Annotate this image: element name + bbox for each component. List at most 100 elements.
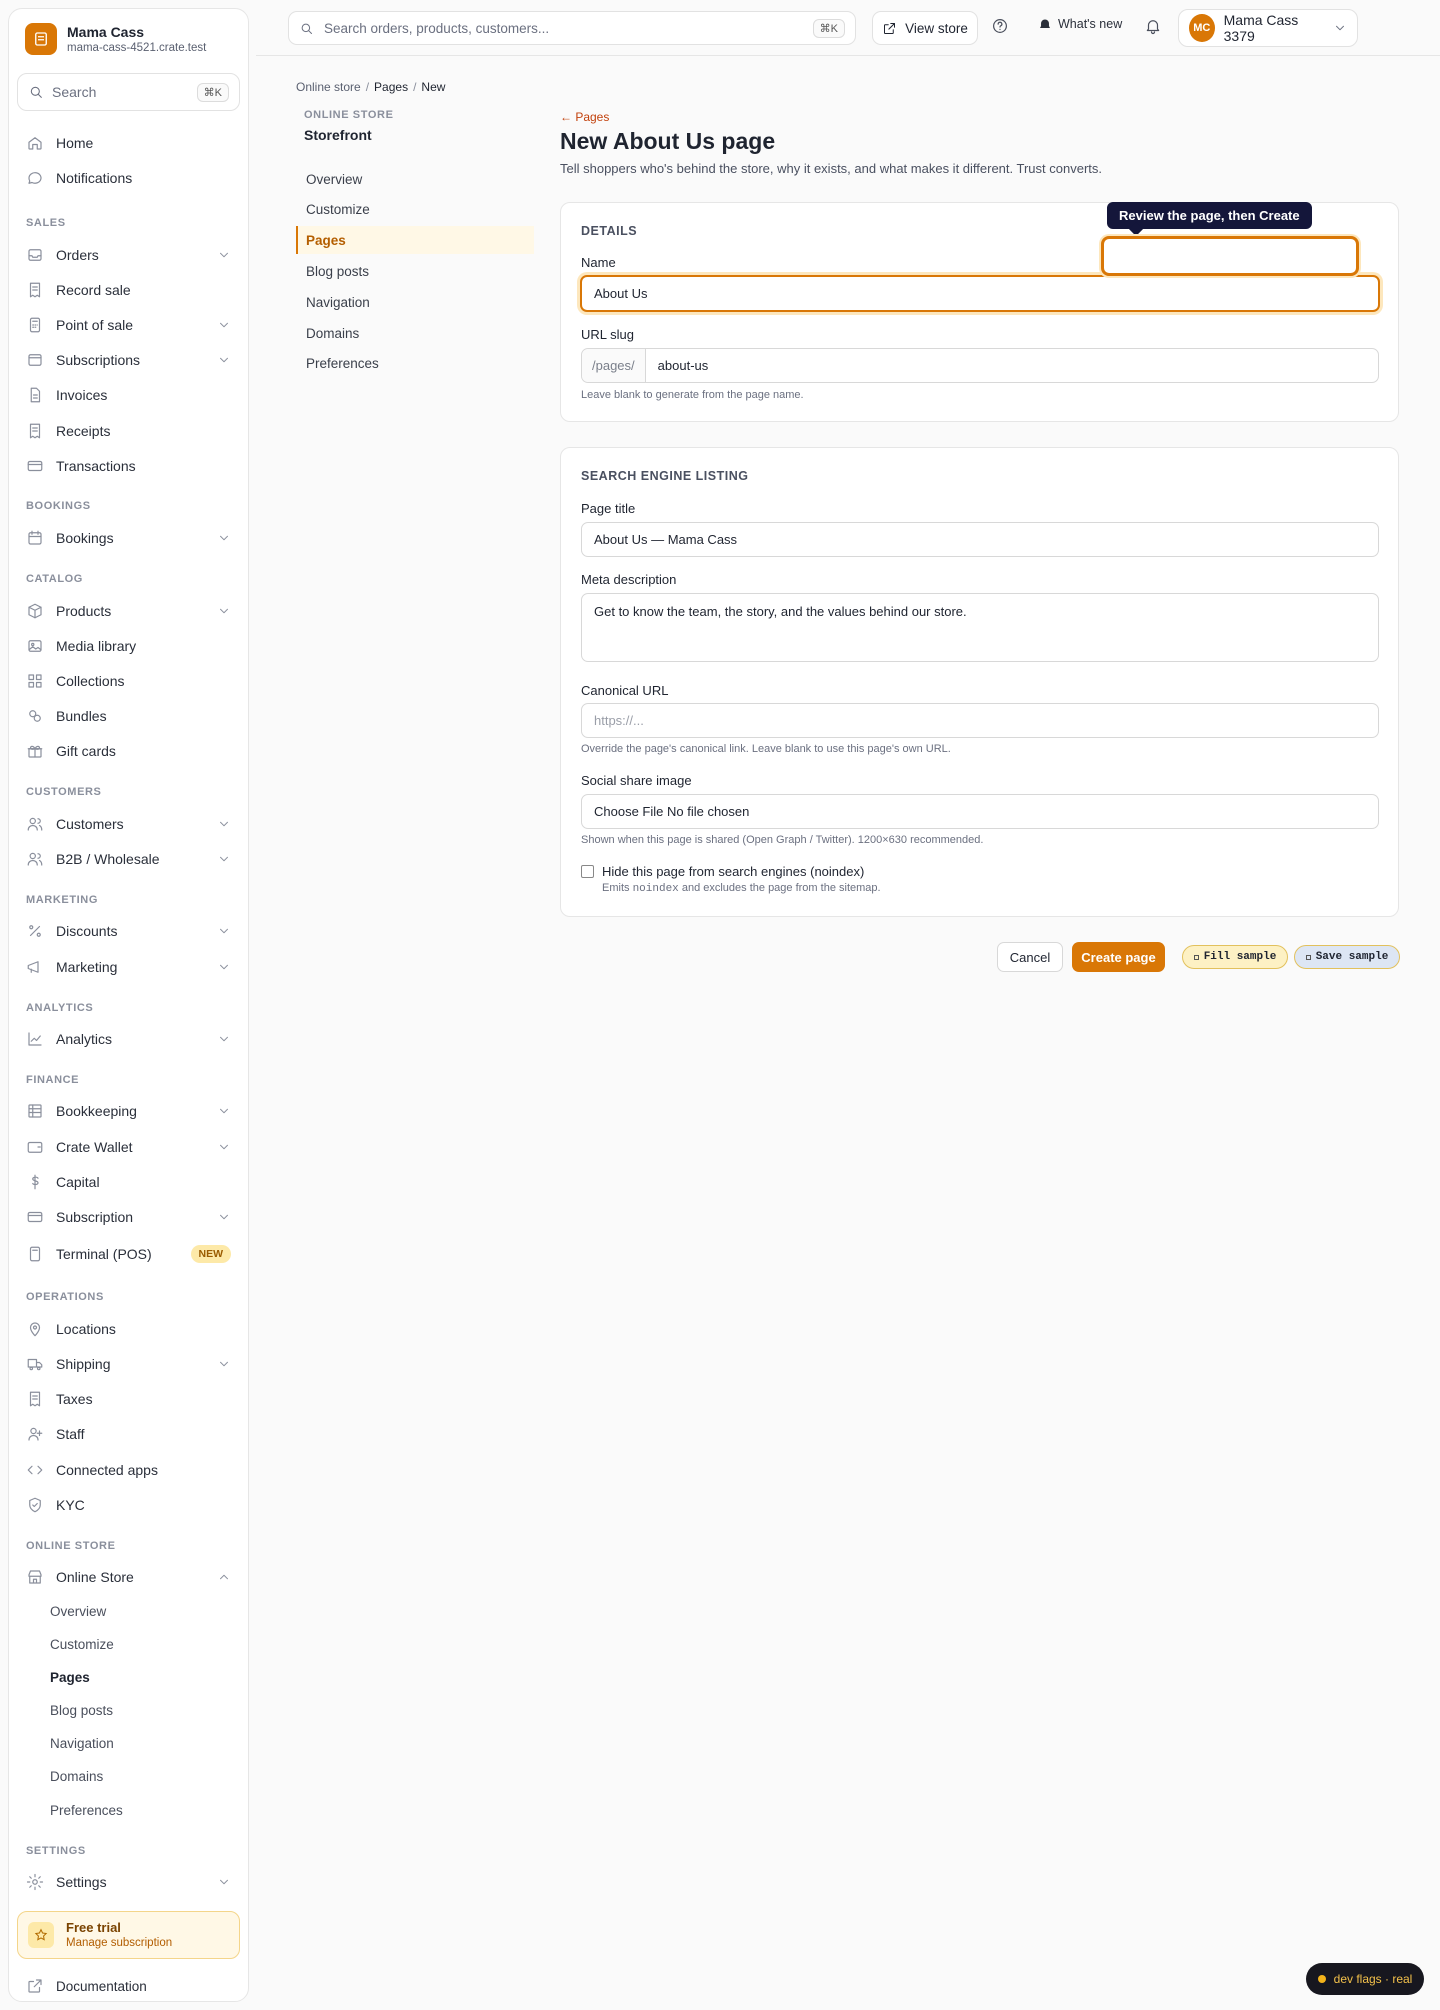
sidebar-subitem-overview[interactable]: Overview [50, 1604, 106, 1619]
sidebar-item-bookkeeping[interactable]: Bookkeeping [17, 1095, 240, 1127]
sidebar-item-receipts[interactable]: Receipts [17, 415, 240, 447]
repeat-icon [26, 351, 44, 369]
save-sample-button[interactable]: Save sample [1294, 945, 1400, 969]
meta-description-textarea[interactable]: Get to know the team, the story, and the… [581, 593, 1379, 662]
help-icon[interactable] [991, 17, 1009, 35]
sidebar-item-customers[interactable]: Customers [17, 808, 240, 840]
sidebar-item-marketing[interactable]: Marketing [17, 951, 240, 983]
sidebar-subitem-customize[interactable]: Customize [50, 1637, 114, 1652]
free-trial-card[interactable]: Free trial Manage subscription [17, 1911, 240, 1959]
sidebar-subitem-blog-posts[interactable]: Blog posts [50, 1703, 113, 1718]
canonical-url-input[interactable]: https://... [581, 703, 1379, 738]
documentation-link[interactable]: Documentation [26, 1977, 147, 1995]
details-card: DETAILS Name About Us URL slug /pages/ a… [560, 202, 1399, 422]
chevron-down-icon [217, 1032, 231, 1046]
nav-section-operations: OPERATIONS [26, 1291, 104, 1303]
sidebar-item-record-sale[interactable]: Record sale [17, 274, 240, 306]
sidebar-item-kyc[interactable]: KYC [17, 1489, 240, 1521]
global-search-input[interactable]: Search orders, products, customers... ⌘K [288, 11, 856, 45]
sidebar-subitem-preferences[interactable]: Preferences [50, 1803, 123, 1818]
url-slug-input[interactable]: /pages/ about-us [581, 348, 1379, 383]
noindex-help: Emits noindex and excludes the page from… [602, 882, 881, 895]
canonical-url-label: Canonical URL [581, 683, 669, 698]
sidebar-item-bundles[interactable]: Bundles [17, 700, 240, 732]
sidebar-item-products[interactable]: Products [17, 595, 240, 627]
user-plus-icon [26, 1425, 44, 1443]
sidebar-item-discounts[interactable]: Discounts [17, 915, 240, 947]
sidebar-item-online-store[interactable]: Online Store [17, 1561, 240, 1593]
sidebar-item-label: Locations [56, 1321, 116, 1337]
sidebar-item-capital[interactable]: Capital [17, 1166, 240, 1198]
chevron-down-icon [217, 960, 231, 974]
sidebar-item-locations[interactable]: Locations [17, 1313, 240, 1345]
sidebar-item-point-of-sale[interactable]: Point of sale [17, 309, 240, 341]
percent-icon [26, 922, 44, 940]
dev-flags-button[interactable]: dev flags · real [1306, 1963, 1424, 1995]
whats-new-button[interactable]: What's new [1038, 17, 1122, 31]
sidebar-item-terminal-pos[interactable]: Terminal (POS) NEW [17, 1238, 240, 1270]
brand[interactable]: Mama Cass mama-cass-4521.crate.test [25, 23, 206, 55]
social-share-image-label: Social share image [581, 773, 692, 788]
page-title-input[interactable]: About Us — Mama Cass [581, 522, 1379, 557]
manage-subscription-link[interactable]: Manage subscription [66, 1936, 172, 1950]
subnav-navigation[interactable]: Navigation [296, 288, 534, 316]
sidebar-item-collections[interactable]: Collections [17, 665, 240, 697]
highlight-overlay-input[interactable] [1101, 236, 1359, 276]
search-shortcut: ⌘K [812, 18, 845, 38]
sidebar-subitem-domains[interactable]: Domains [50, 1769, 103, 1784]
sidebar-item-media-library[interactable]: Media library [17, 630, 240, 662]
notifications-bell-icon[interactable] [1144, 17, 1162, 35]
sidebar-item-crate-wallet[interactable]: Crate Wallet [17, 1131, 240, 1163]
subnav-preferences[interactable]: Preferences [296, 349, 534, 377]
subnav-overview[interactable]: Overview [296, 165, 534, 193]
noindex-label[interactable]: Hide this page from search engines (noin… [602, 863, 881, 880]
subnav-blog-posts[interactable]: Blog posts [296, 257, 534, 285]
receipt-icon [26, 1390, 44, 1408]
slug-prefix: /pages/ [582, 349, 646, 382]
breadcrumb-pages[interactable]: Pages [374, 80, 408, 94]
chevron-down-icon [1333, 21, 1347, 35]
code-icon [26, 1461, 44, 1479]
noindex-checkbox[interactable] [581, 865, 594, 878]
sidebar-item-home[interactable]: Home [17, 127, 240, 159]
account-menu[interactable]: MC Mama Cass 3379 [1178, 9, 1358, 47]
sidebar-subitem-pages[interactable]: Pages [50, 1670, 90, 1685]
sidebar-item-taxes[interactable]: Taxes [17, 1383, 240, 1415]
subnav-customize[interactable]: Customize [296, 195, 534, 223]
sidebar-item-notifications[interactable]: Notifications [17, 162, 240, 194]
subnav-domains[interactable]: Domains [296, 319, 534, 347]
topbar: Search orders, products, customers... ⌘K… [256, 0, 1440, 56]
sidebar-item-b2b-wholesale[interactable]: B2B / Wholesale [17, 843, 240, 875]
create-page-button[interactable]: Create page [1072, 942, 1165, 972]
sidebar-item-analytics[interactable]: Analytics [17, 1023, 240, 1055]
sidebar-item-gift-cards[interactable]: Gift cards [17, 735, 240, 767]
sidebar-item-connected-apps[interactable]: Connected apps [17, 1454, 240, 1486]
social-share-image-input[interactable]: Choose File No file chosen [581, 794, 1379, 829]
sidebar-item-settings[interactable]: Settings [17, 1866, 240, 1898]
sidebar-item-bookings[interactable]: Bookings [17, 522, 240, 554]
sidebar-item-subscriptions[interactable]: Subscriptions [17, 344, 240, 376]
sidebar-item-label: Crate Wallet [56, 1139, 133, 1155]
truck-icon [26, 1355, 44, 1373]
name-input[interactable]: About Us [580, 275, 1380, 312]
sidebar-item-shipping[interactable]: Shipping [17, 1348, 240, 1380]
dollar-icon [26, 1173, 44, 1191]
subnav-pages[interactable]: Pages [296, 226, 534, 254]
cancel-button[interactable]: Cancel [997, 942, 1063, 972]
receipt-icon [26, 281, 44, 299]
sidebar-item-orders[interactable]: Orders [17, 239, 240, 271]
view-store-button[interactable]: View store [872, 11, 978, 45]
back-to-pages-link[interactable]: ← Pages [560, 110, 609, 124]
sidebar-item-transactions[interactable]: Transactions [17, 450, 240, 482]
sidebar-item-invoices[interactable]: Invoices [17, 379, 240, 411]
breadcrumb-online-store[interactable]: Online store [296, 80, 361, 94]
meta-description-label: Meta description [581, 572, 677, 587]
sidebar-item-subscription[interactable]: Subscription [17, 1201, 240, 1233]
bell-filled-icon [1038, 17, 1052, 31]
sidebar-item-staff[interactable]: Staff [17, 1418, 240, 1450]
fill-sample-button[interactable]: Fill sample [1182, 945, 1288, 969]
seo-card-title: SEARCH ENGINE LISTING [581, 469, 749, 483]
sidebar-subitem-navigation[interactable]: Navigation [50, 1736, 114, 1751]
view-store-label: View store [905, 20, 968, 36]
sidebar-search[interactable]: Search ⌘K [17, 73, 240, 111]
